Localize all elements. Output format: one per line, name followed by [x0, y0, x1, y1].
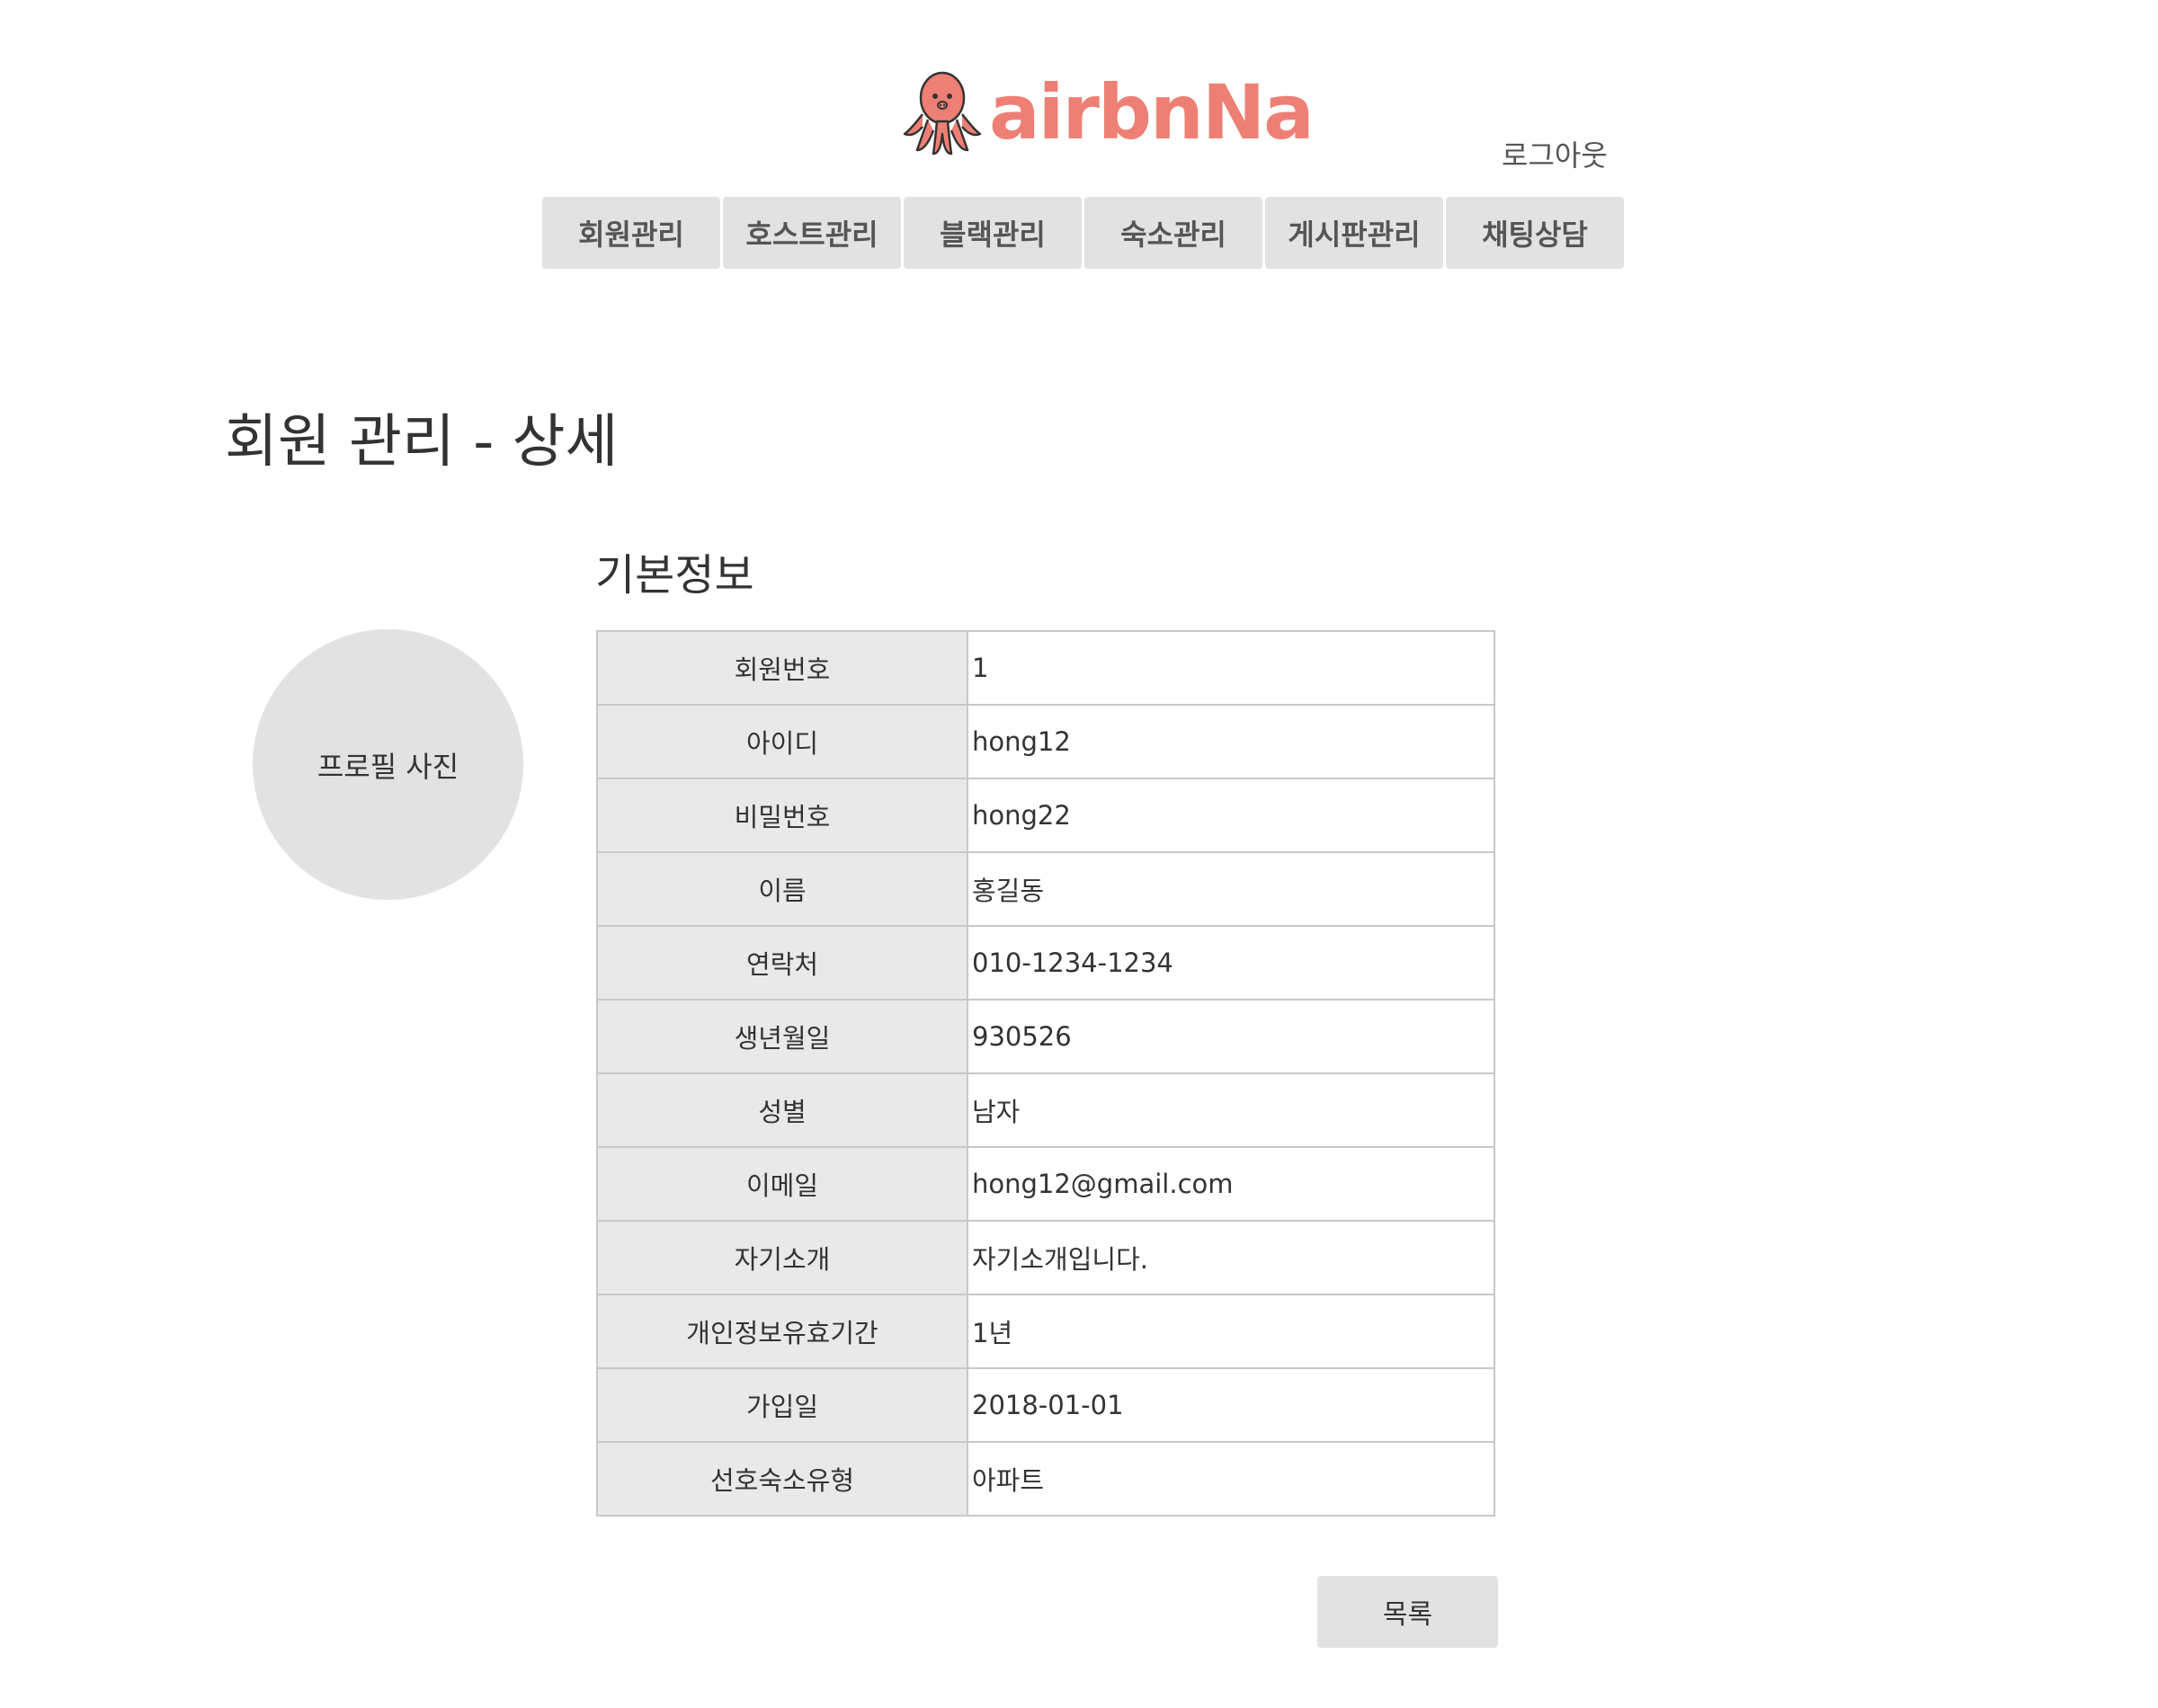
field-value: 2018-01-01 [968, 1368, 1494, 1443]
field-value: 010-1234-1234 [968, 926, 1494, 1001]
section-title: 기본정보 [595, 550, 754, 600]
field-value: 남자 [968, 1073, 1494, 1148]
nav-item-lodging[interactable]: 숙소관리 [1084, 197, 1262, 269]
field-label: 이메일 [597, 1147, 968, 1222]
profile-photo-label: 프로필 사진 [317, 749, 459, 784]
field-value: hong12@gmail.com [968, 1147, 1494, 1222]
nav-item-chat[interactable]: 채팅상담 [1446, 197, 1624, 269]
octopus-icon [901, 67, 984, 157]
field-value: 아파트 [968, 1442, 1494, 1517]
field-label: 회원번호 [597, 631, 968, 706]
field-value: 자기소개입니다. [968, 1221, 1494, 1295]
field-label: 가입일 [597, 1368, 968, 1443]
field-label: 개인정보유효기간 [597, 1294, 968, 1369]
table-row: 연락처 010-1234-1234 [597, 926, 1494, 1001]
field-label: 연락처 [597, 926, 968, 1001]
table-row: 개인정보유효기간 1년 [597, 1294, 1494, 1369]
logout-link[interactable]: 로그아웃 [1502, 133, 1608, 174]
field-label: 선호숙소유형 [597, 1442, 968, 1517]
field-value: hong22 [968, 778, 1494, 853]
table-row: 생년월일 930526 [597, 1000, 1494, 1074]
field-label: 이름 [597, 852, 968, 927]
field-label: 성별 [597, 1073, 968, 1148]
table-row: 아이디 hong12 [597, 705, 1494, 779]
table-row: 이름 홍길동 [597, 852, 1494, 927]
logo[interactable]: airbnNa [901, 63, 1315, 162]
list-button[interactable]: 목록 [1317, 1576, 1498, 1648]
profile-photo: 프로필 사진 [253, 629, 523, 900]
field-value: 1년 [968, 1294, 1494, 1369]
table-row: 성별 남자 [597, 1073, 1494, 1148]
nav-item-host[interactable]: 호스트관리 [723, 197, 901, 269]
table-row: 자기소개 자기소개입니다. [597, 1221, 1494, 1295]
field-label: 자기소개 [597, 1221, 968, 1295]
field-value: 930526 [968, 1000, 1494, 1074]
table-row: 회원번호 1 [597, 631, 1494, 706]
table-row: 비밀번호 hong22 [597, 778, 1494, 853]
field-label: 비밀번호 [597, 778, 968, 853]
table-row: 이메일 hong12@gmail.com [597, 1147, 1494, 1222]
logo-text: airbnNa [989, 68, 1315, 156]
field-value: hong12 [968, 705, 1494, 779]
field-value: 홍길동 [968, 852, 1494, 927]
field-value: 1 [968, 631, 1494, 706]
table-row: 가입일 2018-01-01 [597, 1368, 1494, 1443]
main-nav: 회원관리 호스트관리 블랙관리 숙소관리 게시판관리 채팅상담 [542, 197, 1624, 269]
field-label: 생년월일 [597, 1000, 968, 1074]
field-label: 아이디 [597, 705, 968, 779]
nav-item-member[interactable]: 회원관리 [542, 197, 720, 269]
member-info-table: 회원번호 1 아이디 hong12 비밀번호 hong22 이름 홍길동 연락처… [596, 630, 1495, 1517]
nav-item-board[interactable]: 게시판관리 [1265, 197, 1443, 269]
nav-item-blacklist[interactable]: 블랙관리 [904, 197, 1082, 269]
page-title: 회원 관리 - 상세 [225, 409, 619, 476]
table-row: 선호숙소유형 아파트 [597, 1442, 1494, 1517]
